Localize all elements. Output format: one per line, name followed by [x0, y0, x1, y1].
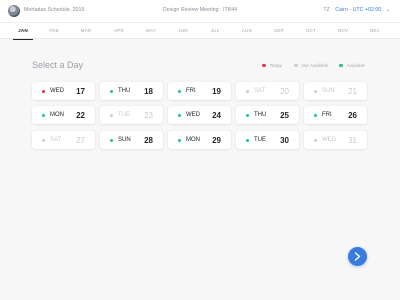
- status-dot-icon: [178, 138, 181, 142]
- legend-label: Available: [346, 63, 366, 68]
- tab-aug[interactable]: AUG: [232, 23, 262, 39]
- status-dot-icon: [246, 113, 249, 117]
- day-name: FRI: [322, 112, 332, 118]
- available-dot-icon: [339, 63, 343, 68]
- timezone-selector[interactable]: TZ Cairo - UTC +02:00 ⌄: [323, 7, 390, 13]
- tab-feb[interactable]: FEB: [39, 23, 69, 39]
- status-dot-icon: [110, 113, 113, 117]
- top-bar: Mortadas Schedule, 2019 Design Review Me…: [0, 0, 400, 22]
- status-dot-icon: [246, 138, 249, 142]
- day-number: 30: [280, 135, 289, 145]
- section-title: Select a Day: [32, 60, 84, 70]
- day-card[interactable]: WED 24: [168, 106, 231, 124]
- day-number: 25: [280, 110, 289, 120]
- day-number: 24: [212, 110, 221, 120]
- day-name: TUE: [254, 137, 266, 143]
- day-card[interactable]: THU 18: [100, 82, 163, 100]
- day-name: MON: [186, 137, 200, 143]
- day-name: SAT: [254, 88, 266, 94]
- day-card: SAT 27: [32, 131, 95, 149]
- status-dot-icon: [178, 89, 181, 93]
- status-dot-icon: [110, 89, 113, 93]
- tab-jun[interactable]: JUN: [168, 23, 198, 39]
- chevron-right-icon: [354, 252, 361, 261]
- chevron-down-icon[interactable]: ⌄: [386, 7, 390, 13]
- timezone-label: TZ: [323, 7, 330, 13]
- legend-available: Available: [339, 63, 365, 68]
- tab-may[interactable]: MAY: [136, 23, 166, 39]
- day-name: SUN: [118, 137, 131, 143]
- day-number: 20: [280, 86, 289, 96]
- status-dot-icon: [178, 113, 181, 117]
- tab-apr[interactable]: APR: [104, 23, 134, 39]
- tab-nov[interactable]: NOV: [328, 23, 358, 39]
- day-name: THU: [118, 88, 131, 94]
- status-dot-icon: [42, 138, 45, 142]
- day-name: WED: [322, 137, 336, 143]
- tab-dec[interactable]: DEC: [360, 23, 390, 39]
- day-card: TUE 23: [100, 106, 163, 124]
- tab-jul[interactable]: JUL: [200, 23, 230, 39]
- day-number: 19: [212, 86, 221, 96]
- day-card[interactable]: MON 22: [32, 106, 95, 124]
- day-name: TUE: [118, 112, 130, 118]
- day-name: WED: [186, 112, 200, 118]
- day-card: SUN 21: [304, 82, 367, 100]
- day-card[interactable]: THU 25: [236, 106, 299, 124]
- day-name: WED: [50, 88, 64, 94]
- legend-not-available: Not Available: [294, 63, 328, 68]
- not-available-dot-icon: [294, 63, 298, 68]
- day-number: 27: [76, 135, 85, 145]
- tab-oct[interactable]: OCT: [296, 23, 326, 39]
- day-number: 28: [144, 135, 153, 145]
- legend-label: Today: [269, 63, 282, 68]
- day-card[interactable]: WED 17: [32, 82, 95, 100]
- day-name: FRI: [186, 88, 196, 94]
- day-name: THU: [254, 112, 267, 118]
- status-dot-icon: [314, 113, 317, 117]
- day-name: MON: [50, 112, 64, 118]
- day-card[interactable]: MON 29: [168, 131, 231, 149]
- status-dot-icon: [42, 89, 45, 93]
- day-card: SAT 20: [236, 82, 299, 100]
- day-number: 26: [348, 110, 357, 120]
- day-number: 21: [348, 86, 357, 96]
- day-number: 29: [212, 135, 221, 145]
- status-dot-icon: [246, 89, 249, 93]
- day-number: 17: [76, 86, 85, 96]
- status-dot-icon: [110, 138, 113, 142]
- day-card[interactable]: SUN 28: [100, 131, 163, 149]
- legend-today: Today: [262, 63, 282, 68]
- tab-sep[interactable]: SEP: [264, 23, 294, 39]
- next-button[interactable]: [348, 247, 367, 266]
- day-number: 22: [76, 110, 85, 120]
- day-number: 31: [348, 135, 357, 145]
- day-card[interactable]: FRI 26: [304, 106, 367, 124]
- today-dot-icon: [262, 63, 266, 68]
- tab-jan[interactable]: JAN: [8, 23, 38, 40]
- day-card[interactable]: FRI 19: [168, 82, 231, 100]
- day-card[interactable]: TUE 30: [236, 131, 299, 149]
- status-dot-icon: [314, 138, 317, 142]
- day-number: 23: [144, 110, 153, 120]
- tab-mar[interactable]: MAR: [71, 23, 101, 39]
- day-card: WED 31: [304, 131, 367, 149]
- day-number: 18: [144, 86, 153, 96]
- day-name: SAT: [50, 137, 62, 143]
- timezone-value[interactable]: Cairo - UTC +02:00: [335, 7, 381, 13]
- status-dot-icon: [42, 113, 45, 117]
- status-dot-icon: [314, 89, 317, 93]
- day-name: SUN: [322, 88, 335, 94]
- month-tabs: JAN FEB MAR APR MAY JUN JUL AUG SEP OCT NOV DEC: [0, 22, 400, 40]
- legend-label: Not Available: [301, 63, 329, 68]
